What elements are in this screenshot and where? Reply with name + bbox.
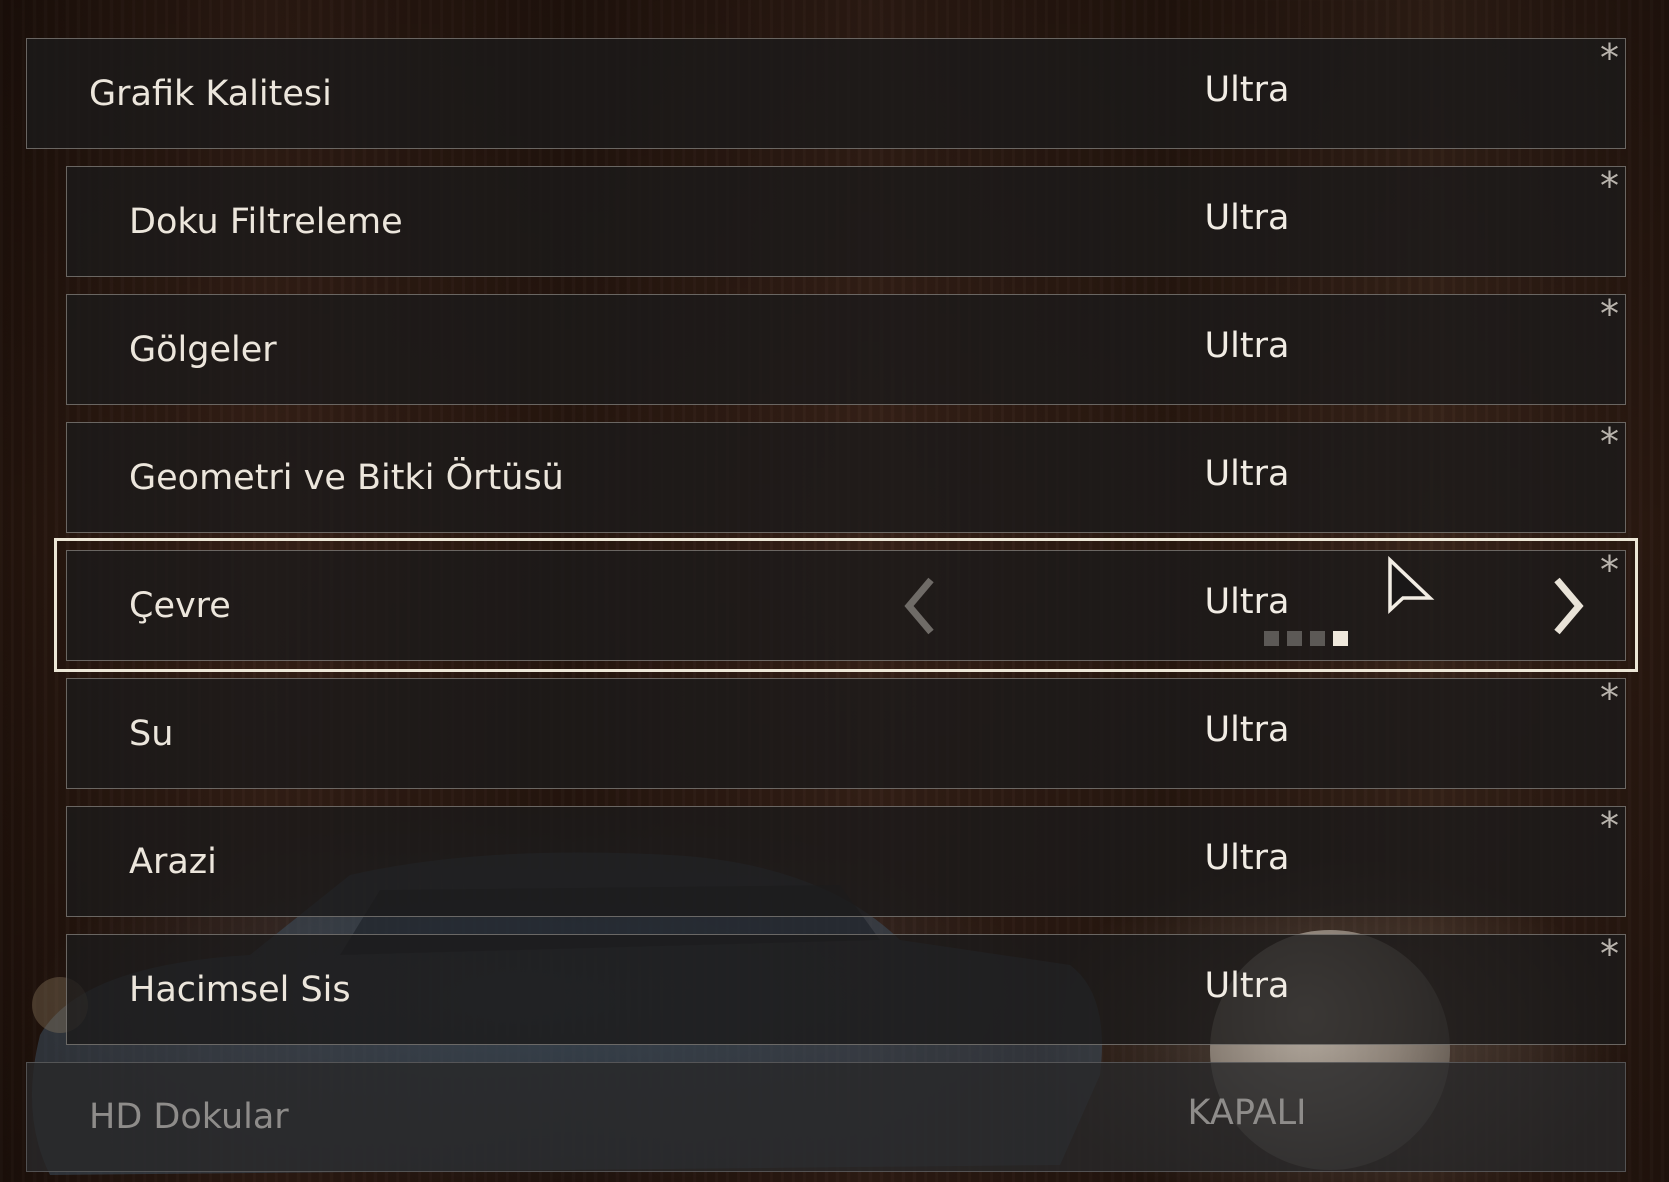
setting-label: Grafik Kalitesi — [89, 73, 332, 114]
setting-row-terrain[interactable]: Arazi Ultra * — [66, 806, 1626, 917]
setting-value: Ultra — [1204, 581, 1290, 622]
setting-value: Ultra — [1204, 453, 1290, 494]
chevron-left-icon[interactable] — [901, 574, 941, 638]
setting-label: Arazi — [129, 841, 217, 882]
setting-value: Ultra — [1204, 325, 1290, 366]
setting-value: Ultra — [1204, 837, 1290, 878]
setting-row-environment[interactable]: Çevre Ultra * — [66, 550, 1626, 661]
setting-value: Ultra — [1204, 965, 1290, 1006]
modified-marker: * — [1600, 164, 1619, 208]
level-dot — [1310, 631, 1325, 646]
modified-marker: * — [1600, 804, 1619, 848]
setting-value: KAPALI — [1187, 1093, 1307, 1133]
setting-row-graphics-quality[interactable]: Grafik Kalitesi Ultra * — [26, 38, 1626, 149]
modified-marker: * — [1600, 420, 1619, 464]
level-indicator — [1264, 631, 1348, 646]
chevron-right-icon[interactable] — [1547, 574, 1587, 638]
setting-value: Ultra — [1204, 709, 1290, 750]
setting-label: Su — [129, 713, 174, 754]
setting-label: Geometri ve Bitki Örtüsü — [129, 457, 564, 498]
modified-marker: * — [1600, 292, 1619, 336]
setting-label: Hacimsel Sis — [129, 969, 351, 1010]
setting-row-water[interactable]: Su Ultra * — [66, 678, 1626, 789]
setting-value: Ultra — [1204, 69, 1290, 110]
setting-row-shadows[interactable]: Gölgeler Ultra * — [66, 294, 1626, 405]
setting-row-volumetric-fog[interactable]: Hacimsel Sis Ultra * — [66, 934, 1626, 1045]
level-dot — [1264, 631, 1279, 646]
setting-label: HD Dokular — [89, 1097, 289, 1137]
setting-label: Gölgeler — [129, 329, 277, 370]
modified-marker: * — [1600, 548, 1619, 592]
modified-marker: * — [1600, 932, 1619, 976]
modified-marker: * — [1600, 36, 1619, 80]
setting-row-hd-textures: HD Dokular KAPALI — [26, 1062, 1626, 1172]
setting-row-texture-filtering[interactable]: Doku Filtreleme Ultra * — [66, 166, 1626, 277]
setting-value: Ultra — [1204, 197, 1290, 238]
setting-row-geometry-vegetation[interactable]: Geometri ve Bitki Örtüsü Ultra * — [66, 422, 1626, 533]
setting-label: Doku Filtreleme — [129, 201, 403, 242]
setting-label: Çevre — [129, 585, 231, 626]
level-dot-active — [1333, 631, 1348, 646]
level-dot — [1287, 631, 1302, 646]
modified-marker: * — [1600, 676, 1619, 720]
